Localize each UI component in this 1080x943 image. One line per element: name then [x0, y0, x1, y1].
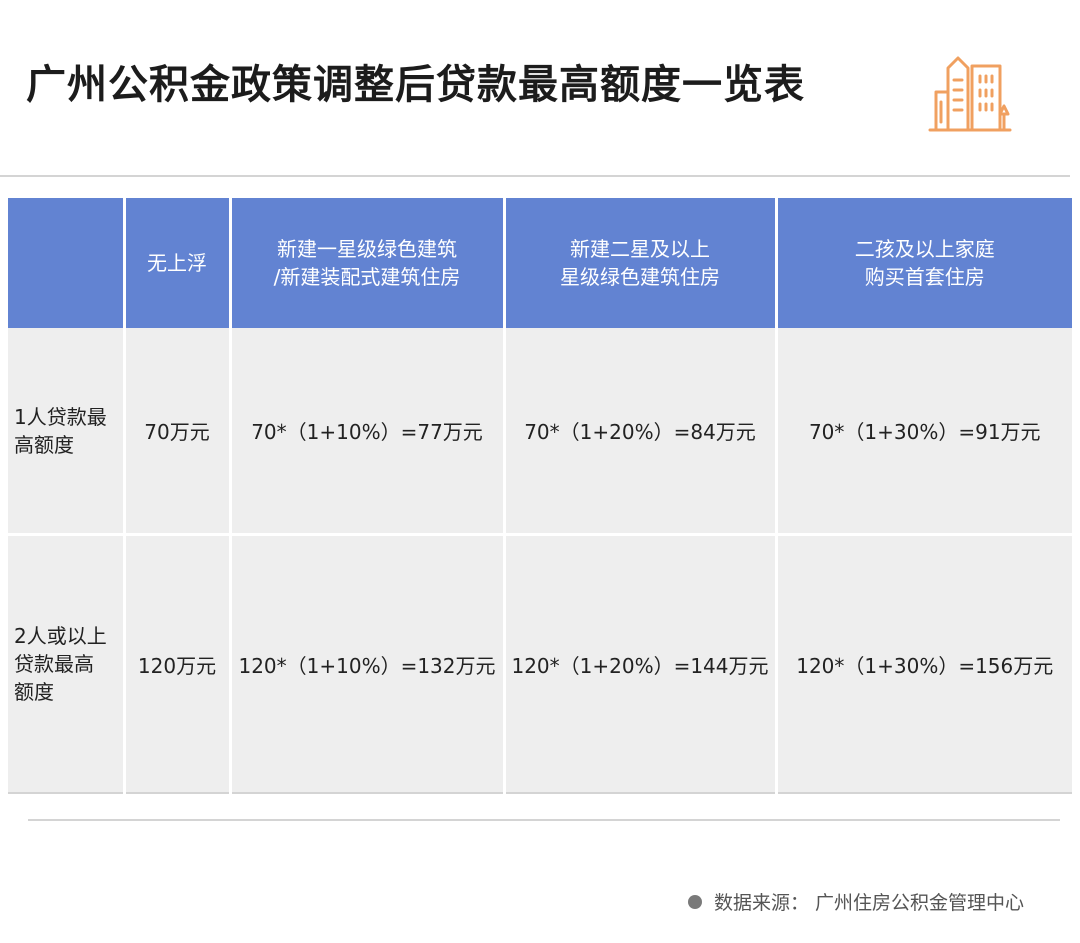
- data-source-note: 数据来源： 广州住房公积金管理中心: [687, 888, 1024, 915]
- table-cell: 120*（1+10%）=132万元: [228, 534, 506, 793]
- table-cell: 120*（1+30%）=156万元: [774, 534, 1072, 793]
- header-label: 新建一星级绿色建筑: [277, 237, 457, 261]
- header-cell-corner: [8, 198, 126, 328]
- page-title: 广州公积金政策调整后贷款最高额度一览表: [26, 62, 805, 108]
- table-cell: 70*（1+10%）=77万元: [228, 328, 506, 536]
- table-cell: 120万元: [122, 534, 232, 793]
- row-label-single: 1人贷款最 高额度: [8, 328, 126, 536]
- header-cell-no-increase: 无上浮: [122, 198, 232, 328]
- table-header-row: 无上浮 新建一星级绿色建筑 /新建装配式建筑住房 新建二星及以上 星级绿色建筑住…: [8, 198, 1072, 328]
- cell-value: 120万元: [137, 653, 217, 678]
- cell-value: 120*（1+30%）=156万元: [796, 653, 1054, 678]
- top-divider: [0, 175, 1070, 177]
- cell-value: 70*（1+10%）=77万元: [251, 420, 483, 444]
- loan-limit-table: 无上浮 新建一星级绿色建筑 /新建装配式建筑住房 新建二星及以上 星级绿色建筑住…: [8, 198, 1072, 794]
- data-source-text: 数据来源： 广州住房公积金管理中心: [713, 892, 1024, 914]
- table-row: 1人贷款最 高额度 70万元 70*（1+10%）=77万元 70*（1+20%…: [8, 328, 1072, 536]
- row-label-line: 1人贷款最: [14, 404, 107, 429]
- header-label: 购买首套住房: [864, 265, 985, 289]
- bottom-divider: [28, 819, 1060, 821]
- header-label: /新建装配式建筑住房: [273, 265, 461, 289]
- header-label: 二孩及以上家庭: [854, 237, 995, 261]
- header-label: 星级绿色建筑住房: [560, 265, 720, 289]
- header-cell-two-star-green: 新建二星及以上 星级绿色建筑住房: [502, 198, 778, 328]
- table-cell: 120*（1+20%）=144万元: [502, 534, 778, 793]
- cell-value: 120*（1+20%）=144万元: [511, 653, 769, 678]
- row-label-line: 额度: [14, 680, 54, 704]
- cell-value: 70*（1+30%）=91万元: [808, 420, 1041, 444]
- table-cell: 70*（1+20%）=84万元: [502, 328, 778, 536]
- header-cell-one-star-green: 新建一星级绿色建筑 /新建装配式建筑住房: [228, 198, 506, 328]
- dot-icon: [687, 894, 702, 909]
- header-label: 新建二星及以上: [570, 237, 710, 261]
- row-label-multiple: 2人或以上 贷款最高 额度: [8, 534, 126, 793]
- header-label: 无上浮: [147, 251, 207, 275]
- header-cell-second-child: 二孩及以上家庭 购买首套住房: [774, 198, 1072, 328]
- cell-value: 70*（1+20%）=84万元: [524, 420, 756, 444]
- table-row: 2人或以上 贷款最高 额度 120万元 120*（1+10%）=132万元 12…: [8, 534, 1072, 793]
- row-label-line: 高额度: [14, 432, 74, 457]
- row-label-line: 贷款最高: [14, 652, 94, 676]
- cell-value: 120*（1+10%）=132万元: [238, 653, 496, 678]
- table-cell: 70万元: [122, 328, 232, 536]
- building-icon: [928, 56, 1012, 132]
- row-label-line: 2人或以上: [14, 624, 107, 648]
- table-cell: 70*（1+30%）=91万元: [774, 328, 1072, 536]
- cell-value: 70万元: [144, 420, 210, 444]
